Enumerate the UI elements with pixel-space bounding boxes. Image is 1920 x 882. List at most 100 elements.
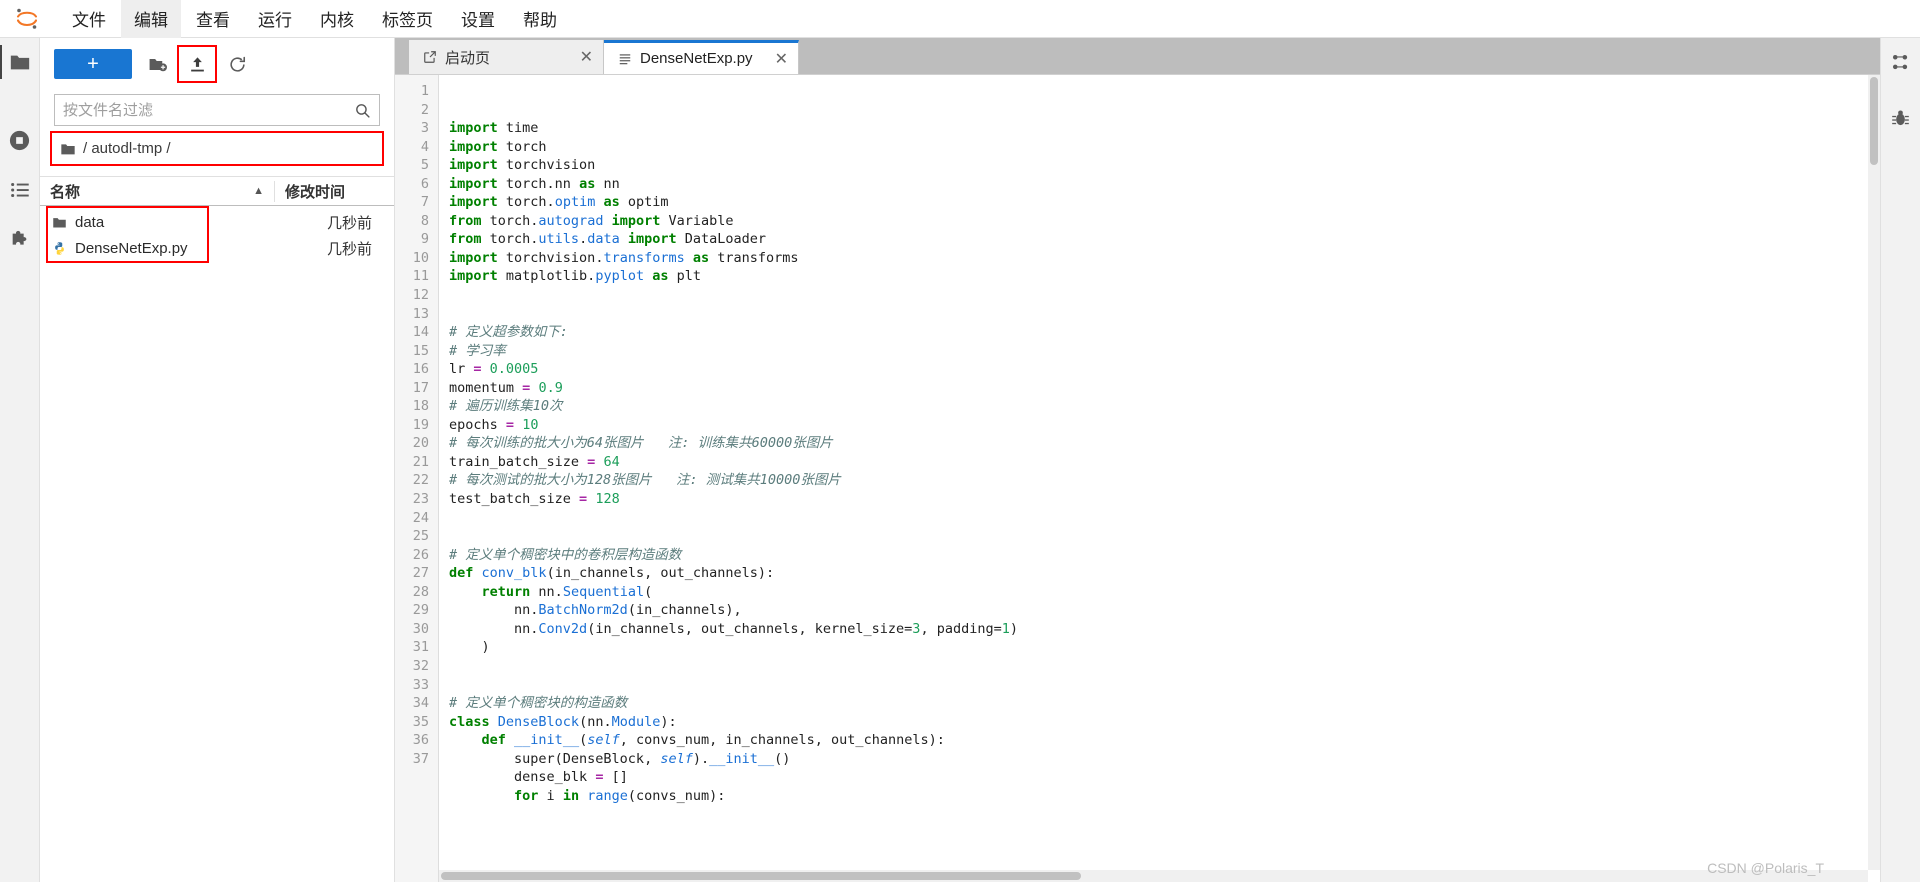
code-line[interactable]: super(DenseBlock, self).__init__() xyxy=(449,750,1880,769)
code-line[interactable]: import time xyxy=(449,119,1880,138)
code-line[interactable]: for i in range(convs_num): xyxy=(449,787,1880,806)
code-line[interactable]: nn.Conv2d(in_channels, out_channels, ker… xyxy=(449,620,1880,639)
jupyterlab-window: 文件 编辑 查看 运行 内核 标签页 设置 帮助 + 按文件名过滤 / auto… xyxy=(0,0,1920,882)
code-content[interactable]: import time import torch import torchvisio… xyxy=(439,75,1880,882)
code-line[interactable]: epochs = 10 xyxy=(449,416,1880,435)
menu-tabs[interactable]: 标签页 xyxy=(369,0,446,38)
editor-horizontal-scrollbar[interactable] xyxy=(439,870,1868,882)
code-line[interactable] xyxy=(449,527,1880,546)
code-line[interactable]: # 每次测试的批大小为128张图片 注: 测试集共10000张图片 xyxy=(449,471,1880,490)
line-number: 8 xyxy=(420,212,429,229)
code-line[interactable]: return nn.Sequential( xyxy=(449,583,1880,602)
code-token: () xyxy=(774,750,791,767)
new-launcher-button[interactable]: + xyxy=(54,49,132,79)
code-token: 0.0005 xyxy=(489,361,539,378)
code-line[interactable]: from torch.utils.data import DataLoader xyxy=(449,230,1880,249)
menu-file[interactable]: 文件 xyxy=(59,0,119,38)
line-number: 23 xyxy=(412,491,429,508)
code-line[interactable]: # 定义超参数如下: xyxy=(449,323,1880,342)
code-line[interactable]: def conv_blk(in_channels, out_channels): xyxy=(449,564,1880,583)
menu-view[interactable]: 查看 xyxy=(183,0,243,38)
property-inspector-icon[interactable] xyxy=(1887,48,1915,76)
code-line[interactable] xyxy=(449,509,1880,528)
code-line[interactable]: # 定义单个稠密块中的卷积层构造函数 xyxy=(449,546,1880,565)
code-line[interactable]: test_batch_size = 128 xyxy=(449,490,1880,509)
code-token: import xyxy=(449,175,498,192)
file-filter-box[interactable] xyxy=(54,94,380,126)
upload-icon[interactable] xyxy=(177,45,217,83)
code-line[interactable]: nn.BatchNorm2d(in_channels), xyxy=(449,601,1880,620)
code-line[interactable] xyxy=(449,676,1880,695)
search-input[interactable] xyxy=(63,101,354,119)
code-line[interactable]: import torch.optim as optim xyxy=(449,193,1880,212)
code-token: # 每次测试的批大小为128张图片 注: 测试集共10000张图片 xyxy=(449,472,841,489)
file-list-header: 名称 ▲ 修改时间 xyxy=(40,176,394,206)
code-line[interactable]: # 定义单个稠密块的构造函数 xyxy=(449,694,1880,713)
tab-densenetexp[interactable]: DenseNetExp.py ✕ xyxy=(604,40,799,74)
code-line[interactable] xyxy=(449,305,1880,324)
sidebar-item-extensions[interactable] xyxy=(6,226,34,254)
code-line[interactable]: from torch.autograd import Variable xyxy=(449,212,1880,231)
code-token: as xyxy=(692,249,710,266)
tab-launcher[interactable]: 启动页 ✕ xyxy=(409,40,604,74)
code-token: torch xyxy=(497,138,547,155)
line-number: 29 xyxy=(412,602,429,619)
code-line[interactable]: dense_blk = [] xyxy=(449,768,1880,787)
list-item[interactable]: DenseNetExp.py 几秒前 xyxy=(40,235,394,261)
editor-vertical-scrollbar-thumb[interactable] xyxy=(1870,77,1878,165)
code-line[interactable]: momentum = 0.9 xyxy=(449,379,1880,398)
code-token: torch. xyxy=(481,212,539,229)
menu-run[interactable]: 运行 xyxy=(245,0,305,38)
code-token: class xyxy=(449,713,490,730)
line-number: 19 xyxy=(412,416,429,433)
new-folder-icon[interactable] xyxy=(142,50,172,78)
code-line[interactable]: # 遍历训练集10次 xyxy=(449,397,1880,416)
code-token: for xyxy=(514,787,539,804)
column-header-name[interactable]: 名称 ▲ xyxy=(40,181,274,202)
code-token: autograd xyxy=(538,212,604,229)
code-line[interactable] xyxy=(449,657,1880,676)
code-line[interactable]: import torchvision xyxy=(449,156,1880,175)
code-line[interactable]: import matplotlib.pyplot as plt xyxy=(449,267,1880,286)
menu-kernel[interactable]: 内核 xyxy=(307,0,367,38)
menu-edit[interactable]: 编辑 xyxy=(121,0,181,38)
sidebar-item-commands[interactable] xyxy=(6,176,34,204)
code-line[interactable]: # 学习率 xyxy=(449,342,1880,361)
close-icon[interactable]: ✕ xyxy=(765,49,788,69)
column-header-modified[interactable]: 修改时间 xyxy=(274,180,394,202)
code-line[interactable]: # 每次训练的批大小为64张图片 注: 训练集共60000张图片 xyxy=(449,434,1880,453)
left-sidebar xyxy=(0,38,40,882)
list-item-name: DenseNetExp.py xyxy=(75,239,188,257)
code-token: 128 xyxy=(595,491,620,508)
breadcrumb[interactable]: / autodl-tmp / xyxy=(50,131,384,166)
code-line[interactable]: train_batch_size = 64 xyxy=(449,453,1880,472)
menu-settings[interactable]: 设置 xyxy=(448,0,508,38)
text-file-icon xyxy=(618,52,632,66)
code-line[interactable]: import torchvision.transforms as transfo… xyxy=(449,249,1880,268)
menu-help[interactable]: 帮助 xyxy=(510,0,570,38)
editor-vertical-scrollbar[interactable] xyxy=(1868,75,1880,870)
code-line[interactable]: class DenseBlock(nn.Module): xyxy=(449,713,1880,732)
debugger-bug-icon[interactable] xyxy=(1887,104,1915,132)
file-editor[interactable]: 1 2 3 4 5 6 7 8 9 10 11 12 13 14 15 16 17 18 19 20 21 22 23 24 2… xyxy=(395,74,1880,882)
refresh-icon[interactable] xyxy=(222,50,252,78)
line-number: 11 xyxy=(412,268,429,285)
code-line[interactable]: import torch xyxy=(449,138,1880,157)
code-line[interactable] xyxy=(449,286,1880,305)
sidebar-item-file-browser[interactable] xyxy=(0,45,34,79)
code-token: nn. xyxy=(449,602,539,619)
code-line[interactable]: lr = 0.0005 xyxy=(449,360,1880,379)
code-token: __init__ xyxy=(709,750,775,767)
line-number: 36 xyxy=(412,732,429,749)
code-line[interactable]: import torch.nn as nn xyxy=(449,175,1880,194)
close-icon[interactable]: ✕ xyxy=(570,47,593,67)
list-item[interactable]: data 几秒前 xyxy=(40,209,394,235)
sidebar-item-running[interactable] xyxy=(6,126,34,154)
code-line[interactable]: ) xyxy=(449,638,1880,657)
code-line[interactable]: def __init__(self, convs_num, in_channel… xyxy=(449,731,1880,750)
file-list: data 几秒前 DenseNetExp.py 几秒前 xyxy=(40,206,394,882)
editor-horizontal-scrollbar-thumb[interactable] xyxy=(441,872,1081,880)
line-number-gutter: 1 2 3 4 5 6 7 8 9 10 11 12 13 14 15 16 17 18 19 20 21 22 23 24 2… xyxy=(395,75,439,882)
code-token: time xyxy=(497,120,539,137)
